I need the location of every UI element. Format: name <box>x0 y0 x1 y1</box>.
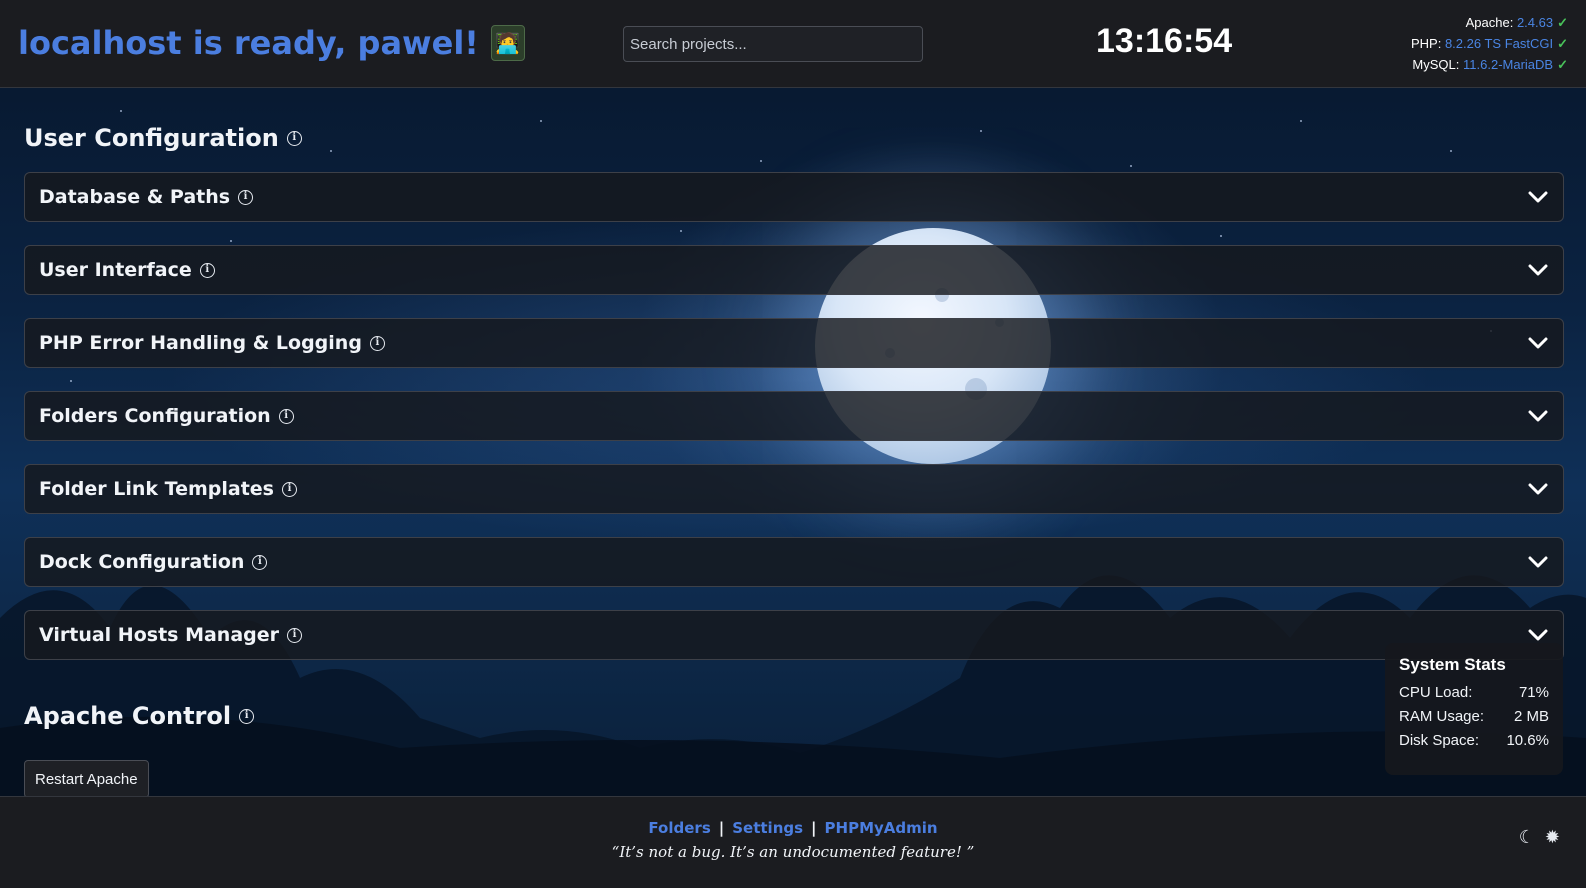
apache-control-heading: Apache Control i <box>24 702 255 730</box>
mysql-version: MySQL: 11.6.2-MariaDB ✓ <box>1412 57 1568 72</box>
chevron-down-icon[interactable] <box>1527 186 1549 208</box>
chevron-down-icon[interactable] <box>1527 405 1549 427</box>
accordion-virtual-hosts-manager[interactable]: Virtual Hosts Manager i <box>24 610 1564 660</box>
accordion-dock-configuration[interactable]: Dock Configuration i <box>24 537 1564 587</box>
footer-quote: “It’s not a bug. It’s an undocumented fe… <box>611 843 975 861</box>
disk-space-row: Disk Space: 10.6% <box>1399 732 1549 749</box>
footer: Folders | Settings | PHPMyAdmin “It’s not a … <box>0 796 1586 888</box>
ram-usage-row: RAM Usage: 2 MB <box>1399 708 1549 725</box>
settings-link[interactable]: Settings <box>732 819 803 837</box>
info-icon[interactable]: i <box>238 189 254 205</box>
restart-apache-button[interactable]: Restart Apache <box>24 760 149 798</box>
check-icon: ✓ <box>1557 15 1568 30</box>
info-icon[interactable]: i <box>286 130 302 146</box>
chevron-down-icon[interactable] <box>1527 551 1549 573</box>
check-icon: ✓ <box>1557 36 1568 51</box>
accordion-php-error-handling[interactable]: PHP Error Handling & Logging i <box>24 318 1564 368</box>
search-input[interactable] <box>623 26 923 62</box>
chevron-down-icon[interactable] <box>1527 332 1549 354</box>
greeting: localhost is ready, pawel! 🧑‍💻 <box>18 24 525 62</box>
folders-link[interactable]: Folders <box>648 819 710 837</box>
accordion-folder-link-templates[interactable]: Folder Link Templates i <box>24 464 1564 514</box>
php-version: PHP: 8.2.26 TS FastCGI ✓ <box>1410 36 1568 51</box>
moon-icon[interactable]: ☾ <box>1519 827 1535 848</box>
accordion-folders-configuration[interactable]: Folders Configuration i <box>24 391 1564 441</box>
greeting-text: localhost is ready, pawel! <box>18 24 479 62</box>
check-icon: ✓ <box>1557 57 1568 72</box>
system-stats-title: System Stats <box>1399 655 1506 674</box>
footer-links: Folders | Settings | PHPMyAdmin <box>648 819 938 837</box>
sun-icon[interactable]: ✹ <box>1545 827 1560 848</box>
info-icon[interactable]: i <box>252 554 268 570</box>
accordion-user-interface[interactable]: User Interface i <box>24 245 1564 295</box>
system-stats-panel: System Stats CPU Load: 71% RAM Usage: 2 … <box>1385 643 1563 775</box>
info-icon[interactable]: i <box>278 408 294 424</box>
apache-version: Apache: 2.4.63 ✓ <box>1465 15 1568 30</box>
server-versions: Apache: 2.4.63 ✓ PHP: 8.2.26 TS FastCGI ✓ … <box>1411 12 1568 75</box>
info-icon[interactable]: i <box>281 481 297 497</box>
clock: 13:16:54 <box>1096 22 1233 60</box>
info-icon[interactable]: i <box>239 708 255 724</box>
info-icon[interactable]: i <box>369 335 385 351</box>
cpu-load-row: CPU Load: 71% <box>1399 684 1549 701</box>
chevron-down-icon[interactable] <box>1527 259 1549 281</box>
phpmyadmin-link[interactable]: PHPMyAdmin <box>825 819 938 837</box>
info-icon[interactable]: i <box>287 627 303 643</box>
theme-toggle: ☾ ✹ <box>1519 827 1560 848</box>
coder-avatar-icon: 🧑‍💻 <box>490 25 525 61</box>
user-configuration-heading: User Configuration i <box>24 124 302 152</box>
chevron-down-icon[interactable] <box>1527 478 1549 500</box>
top-bar: localhost is ready, pawel! 🧑‍💻 13:16:54 … <box>0 0 1586 88</box>
accordion-database-paths[interactable]: Database & Paths i <box>24 172 1564 222</box>
info-icon[interactable]: i <box>199 262 215 278</box>
